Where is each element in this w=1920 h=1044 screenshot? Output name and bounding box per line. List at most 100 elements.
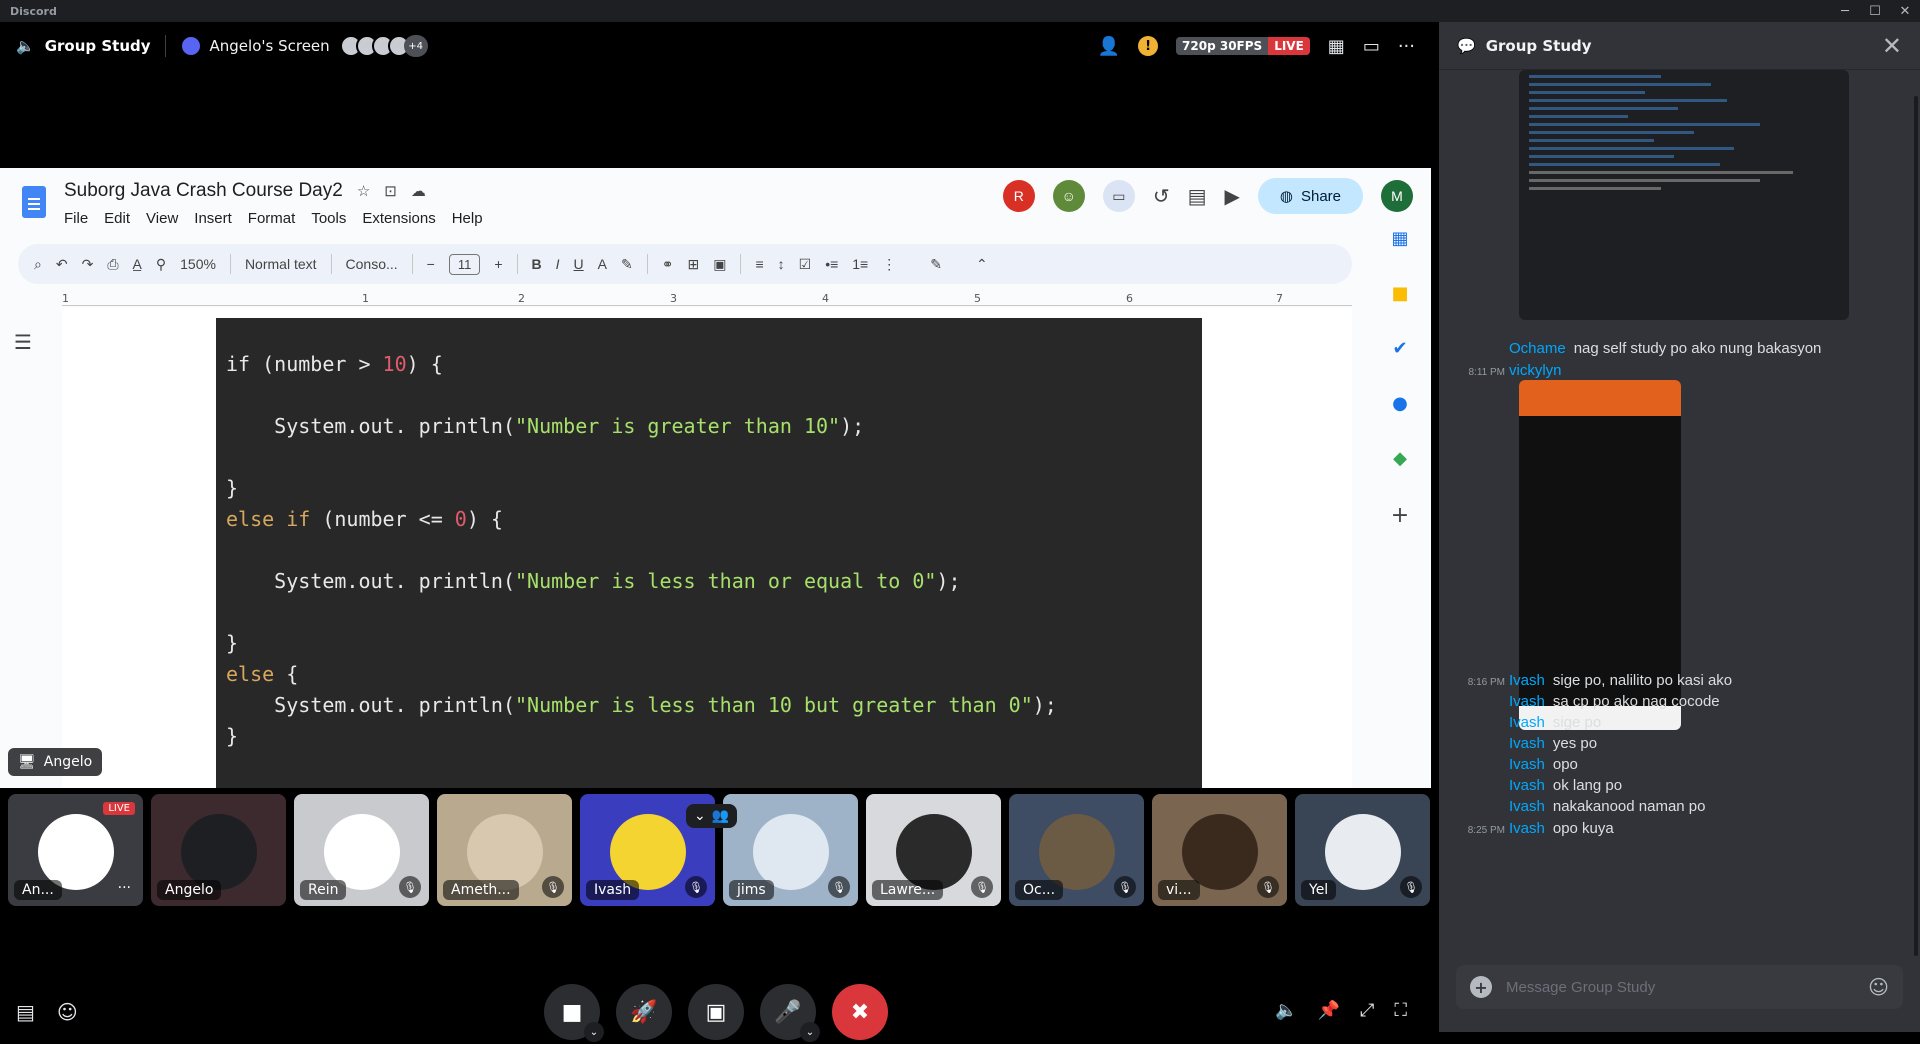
highlight-icon[interactable]: ✎ — [621, 256, 633, 273]
menu-format[interactable]: Format — [248, 210, 296, 227]
maps-icon[interactable]: ◆ — [1393, 448, 1407, 469]
participant-tile[interactable]: jims 🎙 — [723, 794, 858, 906]
emoji-icon[interactable]: ☺ — [1868, 975, 1889, 999]
add-comment-icon[interactable]: ⊞ — [687, 256, 699, 273]
more-options-icon[interactable]: ··· — [1398, 36, 1415, 57]
message-composer[interactable]: + Message Group Study ☺ — [1456, 965, 1903, 1009]
fullscreen-icon[interactable]: ⛶ — [1394, 1000, 1407, 1021]
collaborator-avatar[interactable]: R — [1002, 180, 1035, 212]
font-select[interactable]: Conso... — [346, 256, 398, 272]
redo-icon[interactable]: ↷ — [82, 256, 94, 273]
bold-icon[interactable]: B — [532, 256, 542, 272]
minimize-button[interactable]: ─ — [1830, 0, 1860, 22]
comments-icon[interactable]: ▤ — [1188, 184, 1207, 208]
popout-window-icon[interactable]: ⤢ — [1360, 1000, 1374, 1021]
ruler[interactable]: 1 1 2 3 4 5 6 7 — [62, 290, 1352, 308]
add-addon-icon[interactable]: + — [1391, 503, 1409, 528]
move-folder-icon[interactable]: ⊡ — [384, 182, 397, 200]
popout-icon[interactable]: ▭ — [1363, 36, 1380, 57]
menu-help[interactable]: Help — [452, 210, 483, 227]
star-icon[interactable]: ☆ — [357, 182, 370, 200]
search-menus-icon[interactable]: ⌕ — [34, 256, 42, 273]
user-avatar[interactable]: M — [1381, 180, 1413, 212]
numbered-list-icon[interactable]: 1≡ — [852, 256, 868, 272]
checklist-icon[interactable]: ☑ — [799, 256, 812, 273]
participants-toggle[interactable]: ⌄ 👥 — [686, 804, 738, 828]
present-icon[interactable]: ▭ — [1102, 180, 1135, 212]
participant-tile[interactable]: Lawre... 🎙 — [866, 794, 1001, 906]
spellcheck-icon[interactable]: A̲ — [133, 256, 142, 272]
participant-tile[interactable]: Rein 🎙 — [294, 794, 429, 906]
chat-message[interactable]: Ochame nag self study po ako nung bakasyo… — [1439, 340, 1920, 357]
message-author[interactable]: Ivash — [1509, 798, 1545, 815]
link-icon[interactable]: ⚭ — [662, 256, 674, 273]
chat-scrollbar[interactable] — [1914, 96, 1918, 956]
code-block[interactable]: if (number > 10) { System.out. println("… — [216, 318, 1202, 788]
participant-tile[interactable]: An... LIVE ··· — [8, 794, 143, 906]
mic-options-chevron-icon[interactable]: ⌄ — [800, 1022, 820, 1042]
collapse-toolbar-icon[interactable]: ⌃ — [976, 256, 988, 273]
align-icon[interactable]: ≡ — [755, 256, 763, 272]
activity-icon[interactable]: ▤ — [16, 1000, 35, 1024]
editing-mode-icon[interactable]: ✎ — [930, 256, 942, 273]
chat-message[interactable]: Ivash ok lang po — [1439, 777, 1920, 794]
message-author[interactable]: Ivash — [1509, 777, 1545, 794]
more-options-icon[interactable]: ··· — [118, 880, 131, 896]
participant-tile[interactable]: vi... 🎙 — [1152, 794, 1287, 906]
message-author[interactable]: Ivash — [1509, 820, 1545, 837]
text-color-icon[interactable]: A — [598, 256, 607, 272]
increase-font-icon[interactable]: + — [494, 256, 502, 272]
style-select[interactable]: Normal text — [245, 256, 317, 272]
version-history-icon[interactable]: ↺ — [1153, 184, 1170, 208]
message-author[interactable]: Ochame — [1509, 340, 1566, 357]
message-author[interactable]: Ivash — [1509, 756, 1545, 773]
contacts-icon[interactable]: ● — [1392, 393, 1408, 414]
participant-tile[interactable]: Ameth... 🎙 — [437, 794, 572, 906]
message-author[interactable]: Ivash — [1509, 693, 1545, 710]
participant-tile[interactable]: Yel 🎙 — [1295, 794, 1430, 906]
message-author[interactable]: Ivash — [1509, 714, 1545, 731]
chat-message[interactable]: 8:25 PM Ivash opo kuya — [1439, 820, 1920, 837]
message-author[interactable]: vickylyn — [1509, 362, 1562, 379]
menu-edit[interactable]: Edit — [104, 210, 130, 227]
menu-extensions[interactable]: Extensions — [362, 210, 435, 227]
soundboard-icon[interactable]: ☺ — [57, 1000, 78, 1024]
tasks-icon[interactable]: ✔ — [1392, 338, 1407, 359]
chat-message[interactable]: Ivash opo — [1439, 756, 1920, 773]
anonymous-avatar[interactable]: ☺ — [1052, 180, 1085, 212]
chat-message[interactable]: 8:11 PM vickylyn — [1439, 362, 1920, 379]
close-window-button[interactable]: ✕ — [1890, 0, 1920, 22]
menu-insert[interactable]: Insert — [194, 210, 232, 227]
stream-viewers[interactable]: +4 — [339, 35, 428, 57]
grid-layout-icon[interactable]: ▦ — [1328, 36, 1345, 57]
message-input[interactable]: Message Group Study — [1506, 979, 1655, 996]
participant-tile[interactable]: Angelo — [151, 794, 286, 906]
chat-message[interactable]: Ivash nakakanood naman po — [1439, 798, 1920, 815]
font-size-input[interactable]: 11 — [448, 253, 481, 275]
participant-tile[interactable]: Oc... 🎙 — [1009, 794, 1144, 906]
calendar-icon[interactable]: ▦ — [1391, 228, 1408, 249]
maximize-button[interactable]: ☐ — [1860, 0, 1890, 22]
zoom-select[interactable]: 150% — [180, 256, 216, 272]
add-attachment-icon[interactable]: + — [1470, 976, 1492, 998]
code-screenshot-attachment[interactable] — [1519, 70, 1849, 320]
meet-icon[interactable]: ▶ — [1224, 184, 1239, 208]
bullet-list-icon[interactable]: •≡ — [825, 256, 838, 272]
shared-screen[interactable]: Suborg Java Crash Course Day2 ☆ ⊡ ☁ File… — [0, 168, 1431, 788]
chat-message[interactable]: 8:16 PM Ivash sige po, nalilito po kasi ak… — [1439, 672, 1920, 689]
share-button[interactable]: ◍ Share — [1257, 178, 1363, 214]
print-icon[interactable]: ⎙ — [107, 256, 118, 273]
camera-options-chevron-icon[interactable]: ⌄ — [584, 1022, 604, 1042]
chat-message[interactable]: Ivash yes po — [1439, 735, 1920, 752]
decrease-font-icon[interactable]: − — [427, 256, 435, 272]
message-author[interactable]: Ivash — [1509, 672, 1545, 689]
doc-title[interactable]: Suborg Java Crash Course Day2 — [64, 180, 343, 202]
close-chat-icon[interactable]: ✕ — [1882, 32, 1902, 60]
keep-icon[interactable]: ■ — [1391, 283, 1408, 304]
cloud-status-icon[interactable]: ☁ — [411, 182, 426, 200]
paint-format-icon[interactable]: ⚲ — [156, 256, 166, 273]
menu-file[interactable]: File — [64, 210, 88, 227]
italic-icon[interactable]: I — [556, 256, 560, 272]
image-icon[interactable]: ▣ — [713, 256, 726, 273]
undo-icon[interactable]: ↶ — [56, 256, 68, 273]
